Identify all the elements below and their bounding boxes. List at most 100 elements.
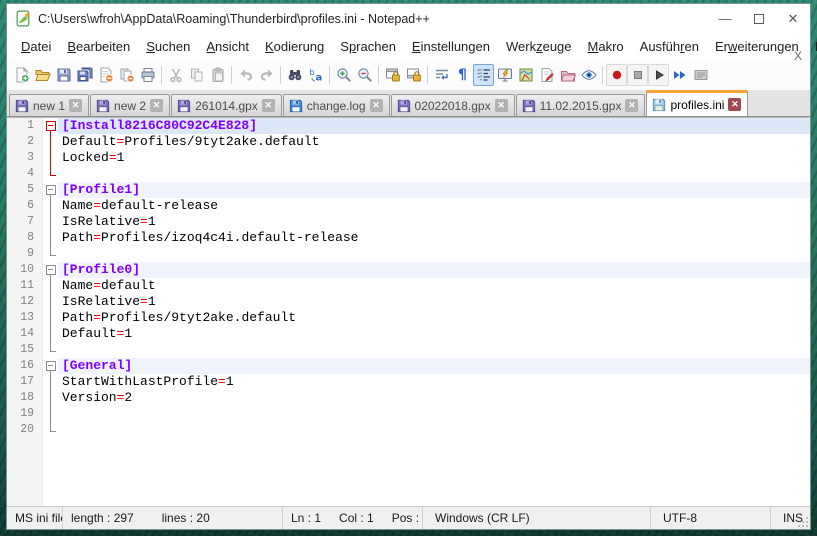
resize-grip[interactable] — [798, 517, 808, 527]
print-icon[interactable] — [137, 64, 158, 86]
show-all-characters-icon[interactable]: ¶ — [452, 64, 473, 86]
close-all-icon[interactable] — [116, 64, 137, 86]
zoom-out-icon[interactable] — [354, 64, 375, 86]
line-number: 8 — [7, 230, 43, 246]
save-file-icon[interactable] — [53, 64, 74, 86]
status-column: Col : 1 — [339, 511, 374, 525]
function-list-icon[interactable] — [536, 64, 557, 86]
menu-kodierung[interactable]: Kodierung — [257, 36, 332, 57]
code-text[interactable]: [Profile0] — [58, 262, 810, 278]
close-button[interactable]: ✕ — [776, 4, 810, 33]
code-text[interactable]: Path=Profiles/9tyt2ake.default — [58, 310, 810, 326]
code-text[interactable] — [58, 166, 810, 182]
find-icon[interactable] — [284, 64, 305, 86]
status-lines: lines : 20 — [162, 511, 210, 525]
code-text[interactable]: Default=1 — [58, 326, 810, 342]
redo-icon — [256, 64, 277, 86]
menu-bearbeiten[interactable]: Bearbeiten — [59, 36, 138, 57]
tab-close-icon[interactable]: ✕ — [625, 99, 638, 112]
code-text[interactable]: Path=Profiles/izoq4c4i.default-release — [58, 230, 810, 246]
menu-suchen[interactable]: Suchen — [138, 36, 198, 57]
code-text[interactable] — [58, 342, 810, 358]
tab-change-log[interactable]: change.log ✕ — [283, 94, 390, 116]
status-eol-format[interactable]: Windows (CR LF) — [423, 507, 651, 529]
show-indent-guide-icon[interactable] — [473, 64, 494, 86]
editor-line: 15 — [7, 342, 810, 358]
code-text[interactable] — [58, 406, 810, 422]
macro-play-icon[interactable] — [648, 64, 669, 86]
macro-record-icon[interactable] — [606, 64, 627, 86]
code-text[interactable]: Default=Profiles/9tyt2ake.default — [58, 134, 810, 150]
macro-stop-icon — [627, 64, 648, 86]
fold-toggle-icon[interactable] — [43, 358, 58, 374]
menu-werkzeuge[interactable]: Werkzeuge — [498, 36, 580, 57]
tab-close-icon[interactable]: ✕ — [370, 99, 383, 112]
tab-close-icon[interactable]: ✕ — [69, 99, 82, 112]
code-filler[interactable] — [58, 438, 810, 506]
code-text[interactable]: [General] — [58, 358, 810, 374]
tab-new-1[interactable]: new 1 ✕ — [9, 94, 89, 116]
status-line: Ln : 1 — [291, 511, 321, 525]
code-text[interactable] — [58, 246, 810, 262]
sync-vertical-scroll-icon[interactable] — [382, 64, 403, 86]
save-all-icon[interactable] — [74, 64, 95, 86]
replace-icon[interactable]: ba — [305, 64, 326, 86]
title-bar[interactable]: C:\Users\wfroh\AppData\Roaming\Thunderbi… — [7, 4, 810, 33]
paste-icon — [207, 64, 228, 86]
code-text[interactable]: IsRelative=1 — [58, 214, 810, 230]
code-text[interactable]: Name=default-release — [58, 198, 810, 214]
editor-line: 1[Install8216C80C92C4E828] — [7, 118, 810, 134]
file-monitoring-icon[interactable] — [578, 64, 599, 86]
menu-fenster[interactable]: Fenster — [807, 36, 817, 57]
close-document-x[interactable]: X — [794, 49, 802, 63]
document-map-icon[interactable] — [515, 64, 536, 86]
tab-11-02-2015-gpx[interactable]: 11.02.2015.gpx ✕ — [516, 94, 646, 116]
word-wrap-icon[interactable] — [431, 64, 452, 86]
menu-datei[interactable]: Datei — [13, 36, 59, 57]
code-text[interactable] — [58, 422, 810, 438]
code-text[interactable]: IsRelative=1 — [58, 294, 810, 310]
macro-run-multiple-icon[interactable] — [669, 64, 690, 86]
status-pos: Pos : 1 — [392, 511, 423, 525]
code-text[interactable]: Version=2 — [58, 390, 810, 406]
editor-empty-area[interactable] — [7, 438, 810, 506]
tab-new-2[interactable]: new 2 ✕ — [90, 94, 170, 116]
new-file-icon[interactable] — [11, 64, 32, 86]
status-encoding[interactable]: UTF-8 — [651, 507, 771, 529]
code-text[interactable]: Name=default — [58, 278, 810, 294]
fold-guide — [43, 374, 58, 390]
fold-toggle-icon[interactable] — [43, 262, 58, 278]
tab-close-icon[interactable]: ✕ — [262, 99, 275, 112]
menu-ausfuehren[interactable]: Ausführen — [632, 36, 707, 57]
code-text[interactable]: [Profile1] — [58, 182, 810, 198]
minimize-button[interactable]: — — [708, 4, 742, 33]
code-text[interactable]: StartWithLastProfile=1 — [58, 374, 810, 390]
menu-einstellungen[interactable]: Einstellungen — [404, 36, 498, 57]
code-text[interactable]: Locked=1 — [58, 150, 810, 166]
tab-profiles-ini[interactable]: profiles.ini ✕ — [646, 90, 748, 116]
code-text[interactable]: [Install8216C80C92C4E828] — [58, 118, 810, 134]
document-switcher-icon[interactable] — [557, 64, 578, 86]
tab-close-icon[interactable]: ✕ — [495, 99, 508, 112]
zoom-in-icon[interactable] — [333, 64, 354, 86]
menu-sprachen[interactable]: Sprachen — [332, 36, 404, 57]
tab-close-icon[interactable]: ✕ — [728, 98, 741, 111]
editor-pane[interactable]: 1[Install8216C80C92C4E828]2Default=Profi… — [7, 117, 810, 506]
menu-ansicht[interactable]: Ansicht — [198, 36, 257, 57]
tab-261014-gpx[interactable]: 261014.gpx ✕ — [171, 94, 282, 116]
editor-line: 5[Profile1] — [7, 182, 810, 198]
tab-close-icon[interactable]: ✕ — [150, 99, 163, 112]
close-file-icon[interactable] — [95, 64, 116, 86]
menu-makro[interactable]: Makro — [580, 36, 632, 57]
tab-02022018-gpx[interactable]: 02022018.gpx ✕ — [391, 94, 515, 116]
fold-toggle-icon[interactable] — [43, 182, 58, 198]
user-defined-language-icon[interactable] — [494, 64, 515, 86]
open-file-icon[interactable] — [32, 64, 53, 86]
fold-toggle-icon[interactable] — [43, 118, 58, 134]
ini-key: Locked — [62, 150, 109, 165]
sync-horizontal-scroll-icon[interactable] — [403, 64, 424, 86]
toolbar-separator — [427, 66, 428, 84]
ini-value: Profiles/9tyt2ake.default — [124, 134, 319, 149]
maximize-button[interactable] — [742, 4, 776, 33]
menu-erweiterungen[interactable]: Erweiterungen — [707, 36, 807, 57]
